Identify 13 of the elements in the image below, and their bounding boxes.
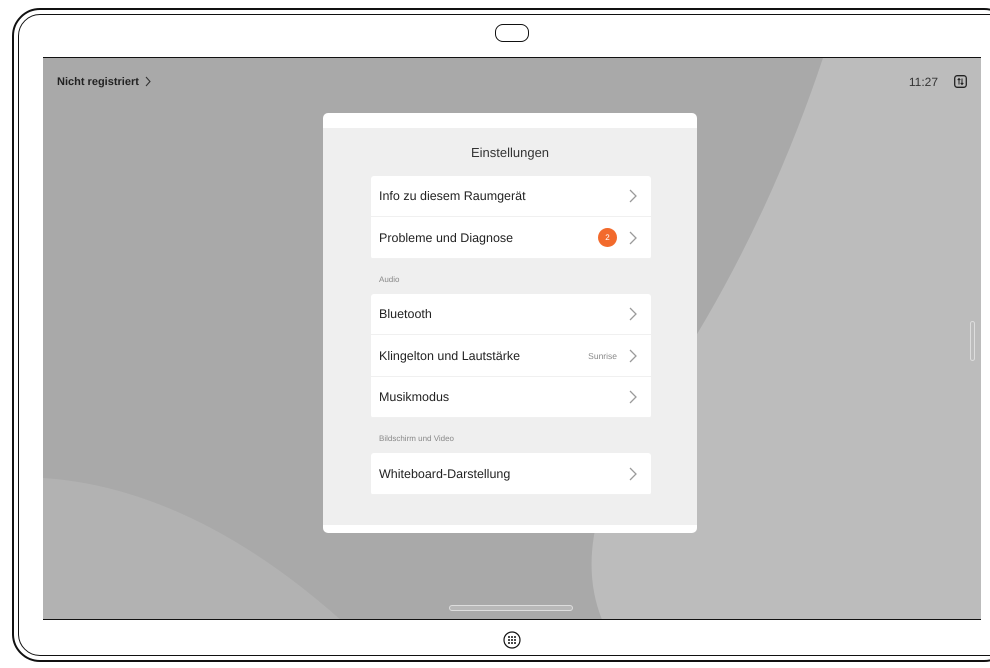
- settings-item[interactable]: Bluetooth: [371, 294, 651, 336]
- section-header: Audio: [379, 274, 400, 284]
- item-value: Sunrise: [588, 350, 617, 361]
- registration-status[interactable]: Nicht registriert: [57, 76, 151, 88]
- settings-item[interactable]: Klingelton und Lautstärke Sunrise: [371, 335, 651, 377]
- settings-item[interactable]: Probleme und Diagnose 2: [371, 217, 651, 259]
- settings-item[interactable]: Whiteboard-Darstellung: [371, 453, 651, 495]
- notification-badge: 2: [598, 228, 617, 248]
- section-header: Bildschirm und Video: [379, 434, 456, 444]
- clock: 11:27: [908, 74, 938, 89]
- settings-item[interactable]: Info zu diesem Raumgerät: [371, 176, 651, 218]
- settings-item[interactable]: Musikmodus: [371, 376, 651, 418]
- dialog-title: Einstellungen: [470, 144, 550, 160]
